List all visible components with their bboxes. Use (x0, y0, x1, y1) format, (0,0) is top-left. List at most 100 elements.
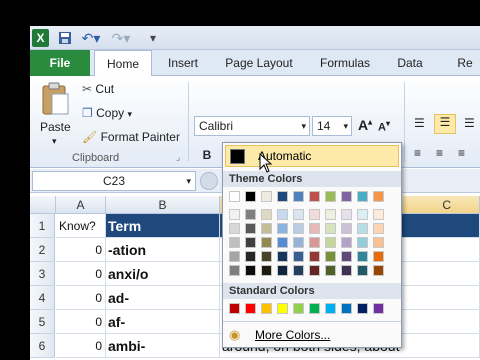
cell-a5[interactable]: 0 (56, 310, 106, 334)
formula-expand-icon[interactable] (200, 172, 218, 190)
align-center-icon[interactable]: ≡ (436, 146, 443, 160)
shrink-font-button[interactable]: A▾ (378, 119, 390, 134)
standard-color-swatch[interactable] (341, 303, 352, 314)
tab-insert[interactable]: Insert (160, 50, 206, 76)
theme-shade-swatch[interactable] (229, 265, 240, 276)
copy-button[interactable]: ❐ Copy ▾ (82, 106, 132, 120)
theme-shade-swatch[interactable] (261, 209, 272, 220)
theme-color-swatch[interactable] (357, 191, 368, 202)
paste-button[interactable]: Paste (40, 120, 71, 134)
theme-color-swatch[interactable] (341, 191, 352, 202)
theme-shade-swatch[interactable] (373, 209, 384, 220)
bold-button[interactable]: B (198, 146, 216, 164)
cell-b2[interactable]: -ation (106, 238, 220, 262)
theme-shade-swatch[interactable] (277, 237, 288, 248)
row-header[interactable]: 2 (30, 238, 55, 262)
theme-shade-swatch[interactable] (309, 237, 320, 248)
name-box[interactable]: C23 ▾ (32, 171, 196, 191)
theme-shade-swatch[interactable] (373, 265, 384, 276)
theme-color-swatch[interactable] (325, 191, 336, 202)
grow-font-button[interactable]: A▴ (358, 117, 372, 133)
theme-shade-swatch[interactable] (309, 265, 320, 276)
format-painter-button[interactable]: 🖌 Format Painter (82, 130, 180, 144)
name-box-dropdown-icon[interactable]: ▾ (186, 172, 191, 190)
cell-a1[interactable]: Know? (56, 214, 106, 238)
undo-icon[interactable]: ↶▾ (80, 29, 102, 47)
align-top-icon[interactable]: ☰ (414, 116, 425, 130)
automatic-color-option[interactable]: Automatic (225, 145, 399, 167)
theme-shade-swatch[interactable] (357, 223, 368, 234)
theme-shade-swatch[interactable] (357, 265, 368, 276)
theme-shade-swatch[interactable] (309, 209, 320, 220)
cell-a6[interactable]: 0 (56, 334, 106, 358)
theme-color-swatch[interactable] (229, 191, 240, 202)
cell-b3[interactable]: anxi/o (106, 262, 220, 286)
standard-color-swatch[interactable] (309, 303, 320, 314)
cut-button[interactable]: ✂ Cut (82, 82, 114, 96)
select-all-corner[interactable] (30, 196, 56, 214)
theme-shade-swatch[interactable] (245, 209, 256, 220)
theme-shade-swatch[interactable] (357, 251, 368, 262)
theme-shade-swatch[interactable] (293, 251, 304, 262)
theme-shade-swatch[interactable] (277, 209, 288, 220)
theme-shade-swatch[interactable] (245, 251, 256, 262)
paste-dropdown-icon[interactable]: ▾ (52, 136, 57, 147)
tab-page-layout[interactable]: Page Layout (220, 50, 298, 76)
standard-color-swatch[interactable] (373, 303, 384, 314)
cell-b1[interactable]: Term (106, 214, 220, 238)
theme-color-swatch[interactable] (277, 191, 288, 202)
clipboard-launcher-icon[interactable]: ⌟ (176, 152, 180, 163)
theme-shade-swatch[interactable] (341, 251, 352, 262)
tab-review[interactable]: Re (450, 50, 480, 76)
theme-shade-swatch[interactable] (309, 223, 320, 234)
tab-formulas[interactable]: Formulas (314, 50, 376, 76)
save-icon[interactable] (57, 29, 73, 47)
standard-color-swatch[interactable] (229, 303, 240, 314)
standard-color-swatch[interactable] (325, 303, 336, 314)
theme-shade-swatch[interactable] (325, 265, 336, 276)
theme-shade-swatch[interactable] (277, 251, 288, 262)
theme-shade-swatch[interactable] (229, 209, 240, 220)
theme-shade-swatch[interactable] (325, 251, 336, 262)
theme-shade-swatch[interactable] (261, 237, 272, 248)
align-middle-icon[interactable]: ☰ (434, 114, 456, 134)
standard-color-swatch[interactable] (245, 303, 256, 314)
standard-color-swatch[interactable] (357, 303, 368, 314)
cell-a4[interactable]: 0 (56, 286, 106, 310)
standard-color-swatch[interactable] (261, 303, 272, 314)
more-colors-option[interactable]: ◉ More Colors... (229, 327, 395, 345)
row-header[interactable]: 5 (30, 310, 55, 334)
theme-shade-swatch[interactable] (229, 251, 240, 262)
font-size-dropdown-icon[interactable]: ▾ (343, 117, 348, 135)
theme-shade-swatch[interactable] (373, 251, 384, 262)
font-size-input[interactable]: 14 ▾ (312, 116, 352, 136)
theme-shade-swatch[interactable] (277, 223, 288, 234)
row-header[interactable]: 3 (30, 262, 55, 286)
column-header-b[interactable]: B (106, 196, 220, 214)
align-left-icon[interactable]: ≡ (414, 146, 421, 160)
theme-color-swatch[interactable] (373, 191, 384, 202)
font-name-dropdown-icon[interactable]: ▾ (301, 117, 306, 135)
tab-file[interactable]: File (30, 50, 90, 76)
theme-shade-swatch[interactable] (341, 209, 352, 220)
theme-shade-swatch[interactable] (293, 209, 304, 220)
align-right-icon[interactable]: ≡ (458, 146, 465, 160)
cell-b4[interactable]: ad- (106, 286, 220, 310)
standard-color-swatch[interactable] (277, 303, 288, 314)
theme-shade-swatch[interactable] (293, 265, 304, 276)
theme-shade-swatch[interactable] (229, 223, 240, 234)
theme-color-swatch[interactable] (261, 191, 272, 202)
cell-b6[interactable]: ambi- (106, 334, 220, 358)
theme-shade-swatch[interactable] (293, 237, 304, 248)
cell-a3[interactable]: 0 (56, 262, 106, 286)
theme-shade-swatch[interactable] (245, 223, 256, 234)
row-header[interactable]: 6 (30, 334, 55, 358)
theme-color-swatch[interactable] (309, 191, 320, 202)
column-header-a[interactable]: A (56, 196, 106, 214)
theme-color-swatch[interactable] (245, 191, 256, 202)
theme-shade-swatch[interactable] (341, 223, 352, 234)
paste-icon[interactable] (40, 82, 74, 118)
row-header[interactable]: 1 (30, 214, 55, 238)
theme-shade-swatch[interactable] (309, 251, 320, 262)
theme-shade-swatch[interactable] (229, 237, 240, 248)
